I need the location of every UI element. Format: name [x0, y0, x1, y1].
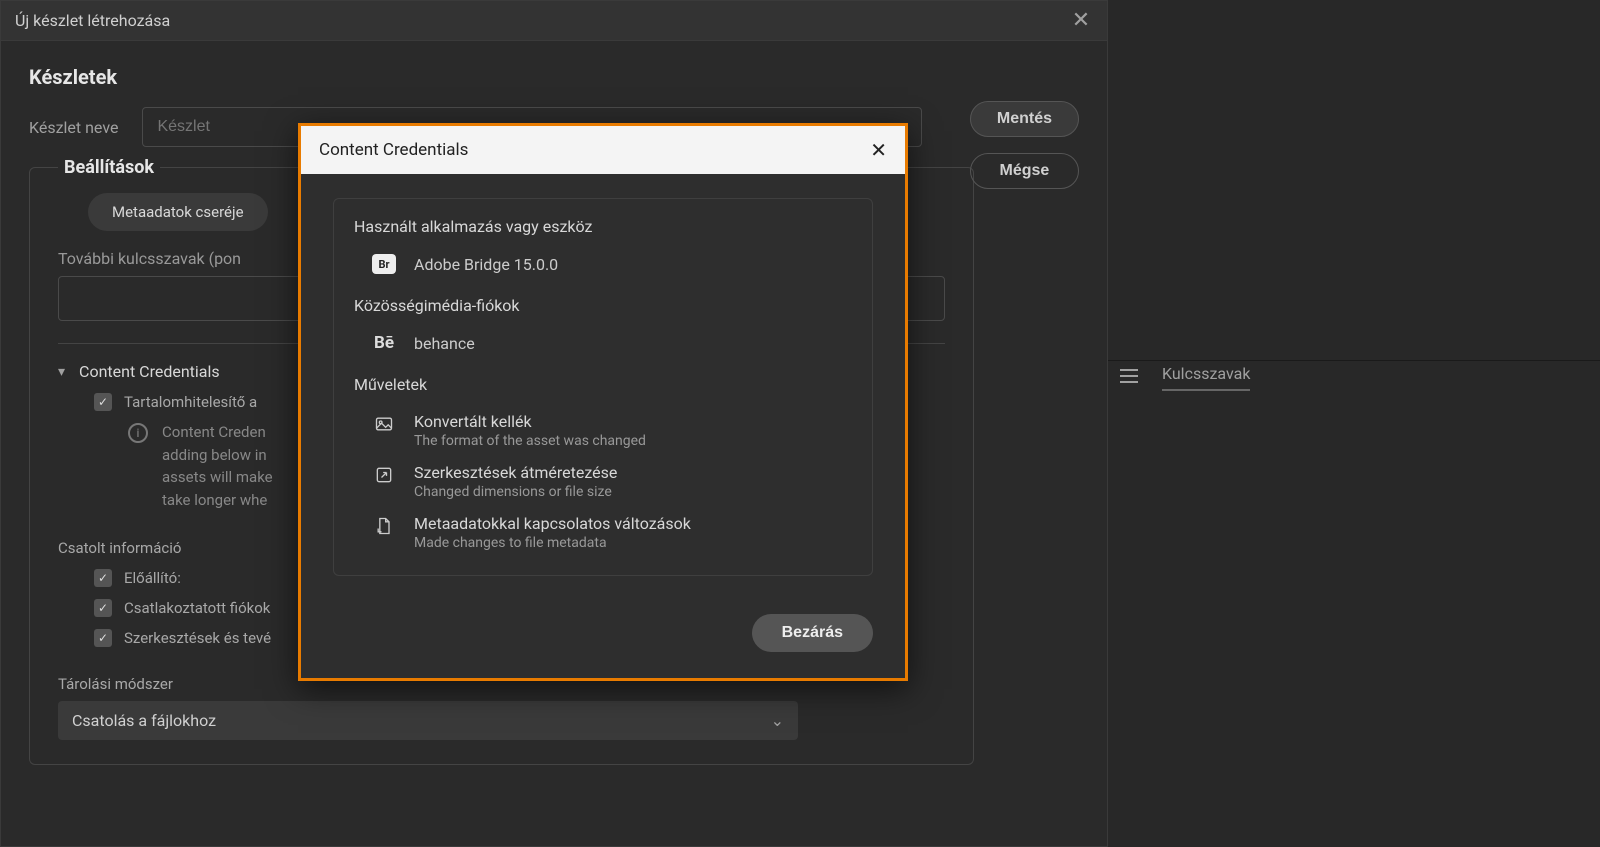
- chevron-down-icon: ▾: [58, 364, 65, 380]
- right-side-panel: Kulcsszavak: [1108, 0, 1600, 847]
- edits-label: Szerkesztések és tevé: [124, 629, 271, 647]
- file-icon: [372, 514, 396, 538]
- op-row-resized: Szerkesztések átméretezése Changed dimen…: [372, 463, 852, 500]
- attach-credential-label: Tartalomhitelesítő a: [124, 393, 257, 411]
- storage-method-select[interactable]: Csatolás a fájlokhoz ⌄: [58, 701, 798, 740]
- info-icon: i: [128, 423, 148, 443]
- op-desc: The format of the asset was changed: [414, 433, 646, 449]
- info-line: assets will make: [162, 466, 273, 489]
- info-line: take longer whe: [162, 489, 273, 512]
- info-line: Content Creden: [162, 421, 273, 444]
- op-title: Konvertált kellék: [414, 412, 646, 431]
- tab-keywords[interactable]: Kulcsszavak: [1162, 364, 1250, 391]
- social-row: Bē behance: [372, 333, 852, 353]
- presets-heading: Készletek: [29, 65, 1079, 89]
- divider: [1108, 360, 1600, 361]
- op-title: Szerkesztések átméretezése: [414, 463, 617, 482]
- settings-heading: Beállítások: [58, 157, 160, 178]
- attach-credential-checkbox[interactable]: ✓: [94, 393, 112, 411]
- op-row-converted: Konvertált kellék The format of the asse…: [372, 412, 852, 449]
- connected-accounts-label: Csatlakoztatott fiókok: [124, 599, 270, 617]
- info-line: adding below in: [162, 444, 273, 467]
- producer-checkbox[interactable]: ✓: [94, 569, 112, 587]
- save-button[interactable]: Mentés: [970, 101, 1079, 137]
- close-button[interactable]: Bezárás: [752, 614, 873, 652]
- image-icon: [372, 412, 396, 436]
- op-title: Metaadatokkal kapcsolatos változások: [414, 514, 691, 533]
- op-row-metadata: Metaadatokkal kapcsolatos változások Mad…: [372, 514, 852, 551]
- operations-heading: Műveletek: [354, 375, 852, 394]
- connected-accounts-checkbox[interactable]: ✓: [94, 599, 112, 617]
- app-row: Br Adobe Bridge 15.0.0: [372, 254, 852, 274]
- app-heading: Használt alkalmazás vagy eszköz: [354, 217, 852, 236]
- chevron-down-icon: ⌄: [771, 711, 784, 730]
- content-credentials-title: Content Credentials: [79, 362, 220, 381]
- op-desc: Changed dimensions or file size: [414, 484, 617, 500]
- edits-checkbox[interactable]: ✓: [94, 629, 112, 647]
- bridge-icon: Br: [372, 254, 396, 274]
- social-heading: Közösségimédia-fiókok: [354, 296, 852, 315]
- modal-titlebar: Content Credentials ✕: [301, 126, 905, 174]
- panel-menu-icon[interactable]: [1120, 368, 1138, 387]
- cancel-button[interactable]: Mégse: [970, 153, 1079, 189]
- preset-name-label: Készlet neve: [29, 118, 118, 137]
- app-name: Adobe Bridge 15.0.0: [414, 255, 558, 274]
- modal-title: Content Credentials: [319, 140, 468, 160]
- right-panel-tabs: Kulcsszavak: [1120, 364, 1250, 391]
- credentials-card: Használt alkalmazás vagy eszköz Br Adobe…: [333, 198, 873, 576]
- resize-icon: [372, 463, 396, 487]
- content-credentials-modal: Content Credentials ✕ Használt alkalmazá…: [298, 123, 908, 681]
- close-icon[interactable]: ✕: [870, 138, 887, 162]
- metadata-replace-button[interactable]: Metaadatok cseréje: [88, 193, 268, 231]
- close-icon[interactable]: ✕: [1069, 9, 1093, 33]
- producer-label: Előállító:: [124, 569, 181, 587]
- social-name: behance: [414, 334, 475, 353]
- storage-method-value: Csatolás a fájlokhoz: [72, 711, 216, 730]
- titlebar: Új készlet létrehozása ✕: [1, 1, 1107, 41]
- behance-icon: Bē: [372, 333, 396, 353]
- op-desc: Made changes to file metadata: [414, 535, 691, 551]
- dialog-title: Új készlet létrehozása: [15, 11, 170, 30]
